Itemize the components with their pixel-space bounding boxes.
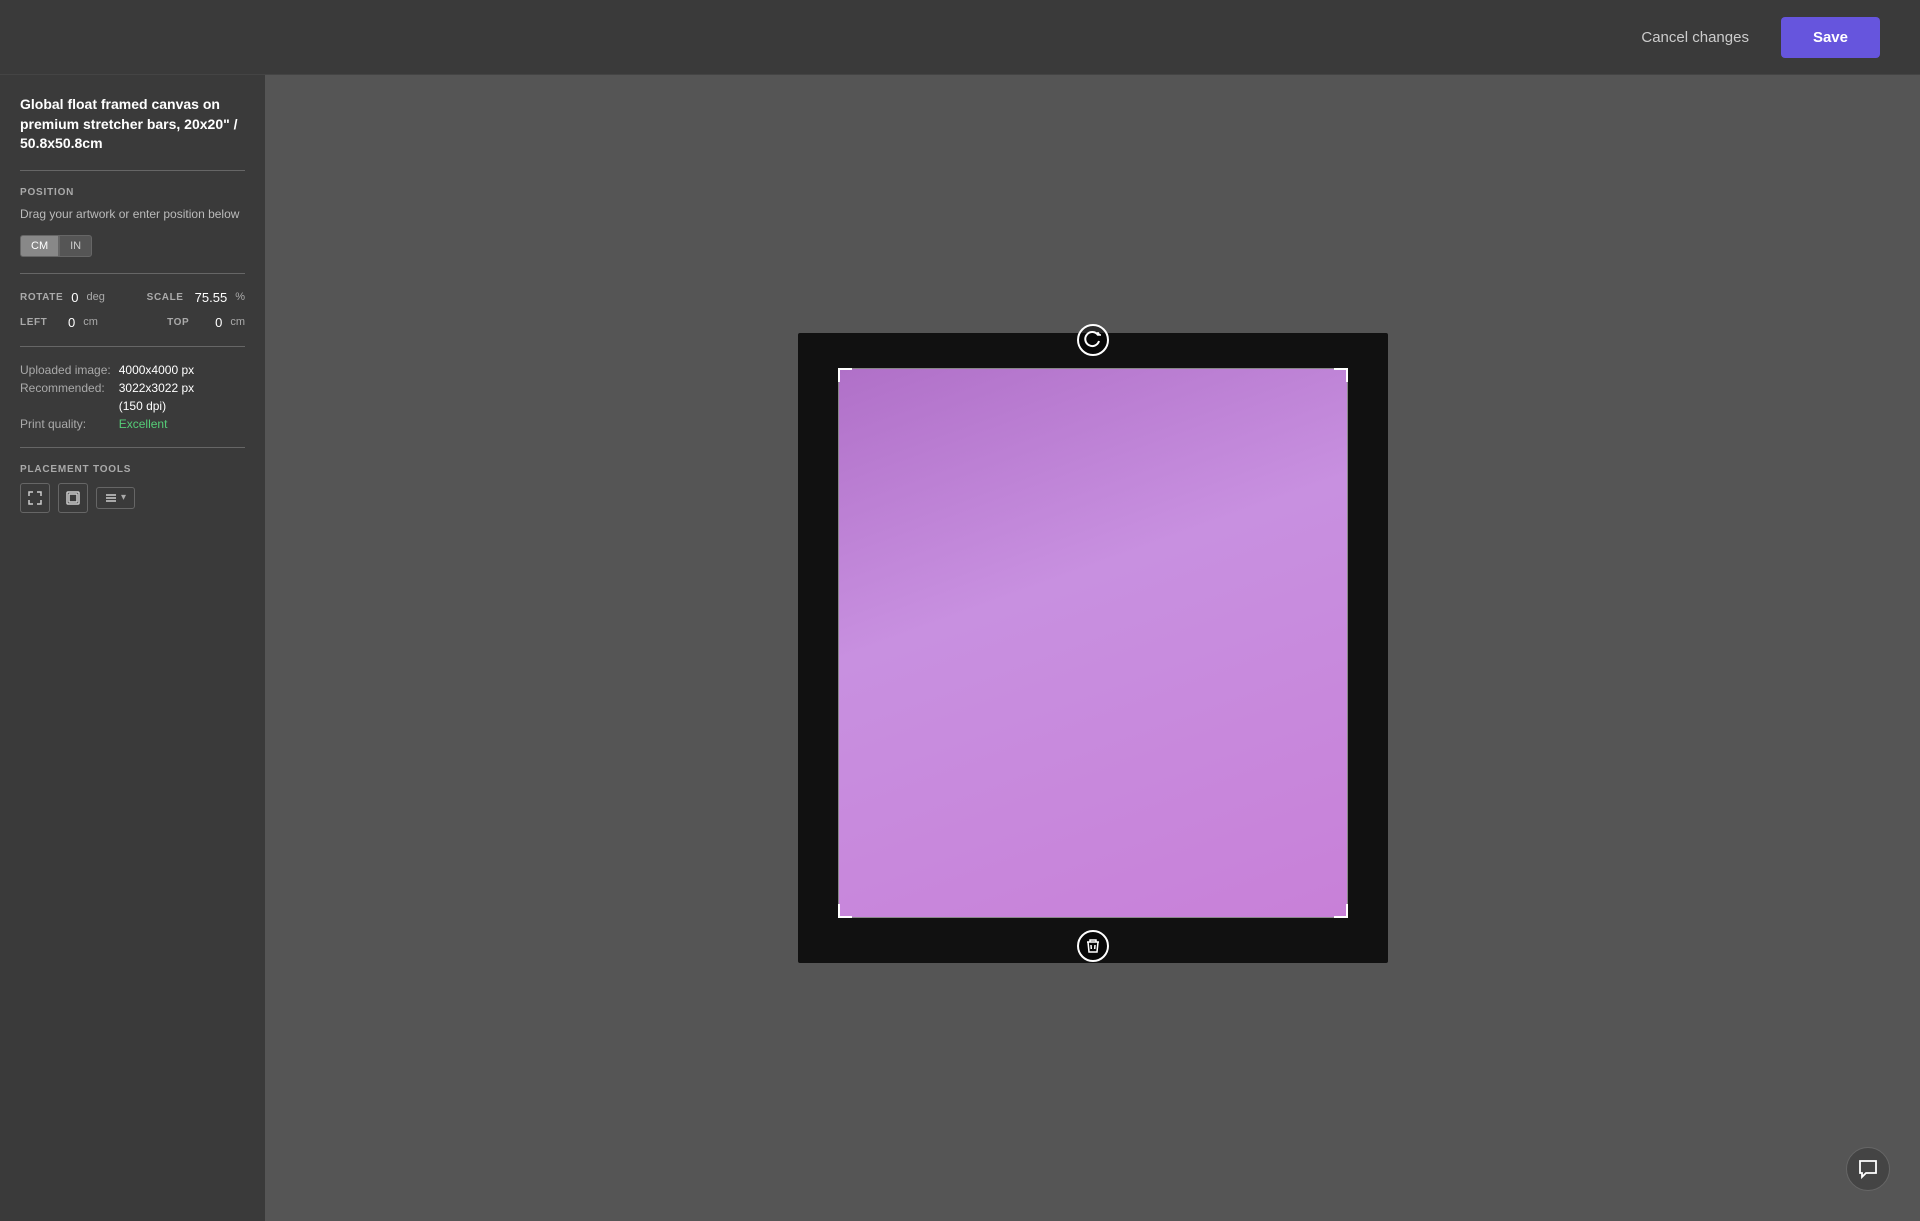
expand-tool-button[interactable] [20,483,50,513]
unit-in-button[interactable]: IN [59,235,92,257]
uploaded-label: Uploaded image: [20,363,111,377]
position-row: LEFT 0 cm TOP 0 cm [20,315,245,330]
scale-label: SCALE [147,292,187,303]
unit-cm-button[interactable]: CM [20,235,59,257]
canvas-area [265,75,1920,1221]
tools-row: ▾ [20,483,245,513]
rotate-unit: deg [86,291,104,303]
quality-label: Print quality: [20,417,111,431]
artwork-image [839,369,1347,917]
align-tool-button[interactable]: ▾ [96,487,135,509]
handle-top-left[interactable] [838,368,852,382]
image-background [839,369,1347,917]
rotate-handle[interactable] [1077,324,1109,356]
top-label: TOP [167,317,207,328]
handle-top-right[interactable] [1334,368,1348,382]
top-value: 0 [215,315,222,330]
scale-unit: % [235,291,245,303]
delete-handle[interactable] [1077,930,1109,962]
image-container[interactable] [838,368,1348,918]
rotate-label: ROTATE [20,292,63,303]
recommended-value: 3022x3022 px [119,381,245,395]
divider-3 [20,346,245,347]
fit-tool-button[interactable] [58,483,88,513]
scale-value: 75.55 [195,290,228,305]
unit-toggle: CM IN [20,235,245,257]
canvas-wrapper [798,333,1388,963]
main-layout: Global float framed canvas on premium st… [0,75,1920,1221]
left-label: LEFT [20,317,60,328]
chat-bubble[interactable] [1846,1147,1890,1191]
position-section-label: POSITION [20,187,245,198]
divider-1 [20,170,245,171]
rotate-row: ROTATE 0 deg SCALE 75.55 % [20,290,245,305]
left-unit: cm [83,316,98,328]
rotate-value: 0 [71,290,78,305]
left-value: 0 [68,315,75,330]
align-dropdown-arrow: ▾ [121,492,126,503]
save-button[interactable]: Save [1781,17,1880,58]
uploaded-value: 4000x4000 px [119,363,245,377]
panel-title: Global float framed canvas on premium st… [20,95,245,154]
tools-section-label: PLACEMENT TOOLS [20,464,245,475]
left-panel: Global float framed canvas on premium st… [0,75,265,1221]
position-description: Drag your artwork or enter position belo… [20,206,245,223]
top-unit: cm [230,316,245,328]
divider-4 [20,447,245,448]
divider-2 [20,273,245,274]
handle-bottom-right[interactable] [1334,904,1348,918]
recommended-dpi: (150 dpi) [119,399,245,413]
recommended-label: Recommended: [20,381,111,395]
image-info: Uploaded image: 4000x4000 px Recommended… [20,363,245,431]
top-bar: Cancel changes Save [0,0,1920,75]
cancel-button[interactable]: Cancel changes [1625,21,1765,54]
quality-value: Excellent [119,417,245,431]
handle-bottom-left[interactable] [838,904,852,918]
